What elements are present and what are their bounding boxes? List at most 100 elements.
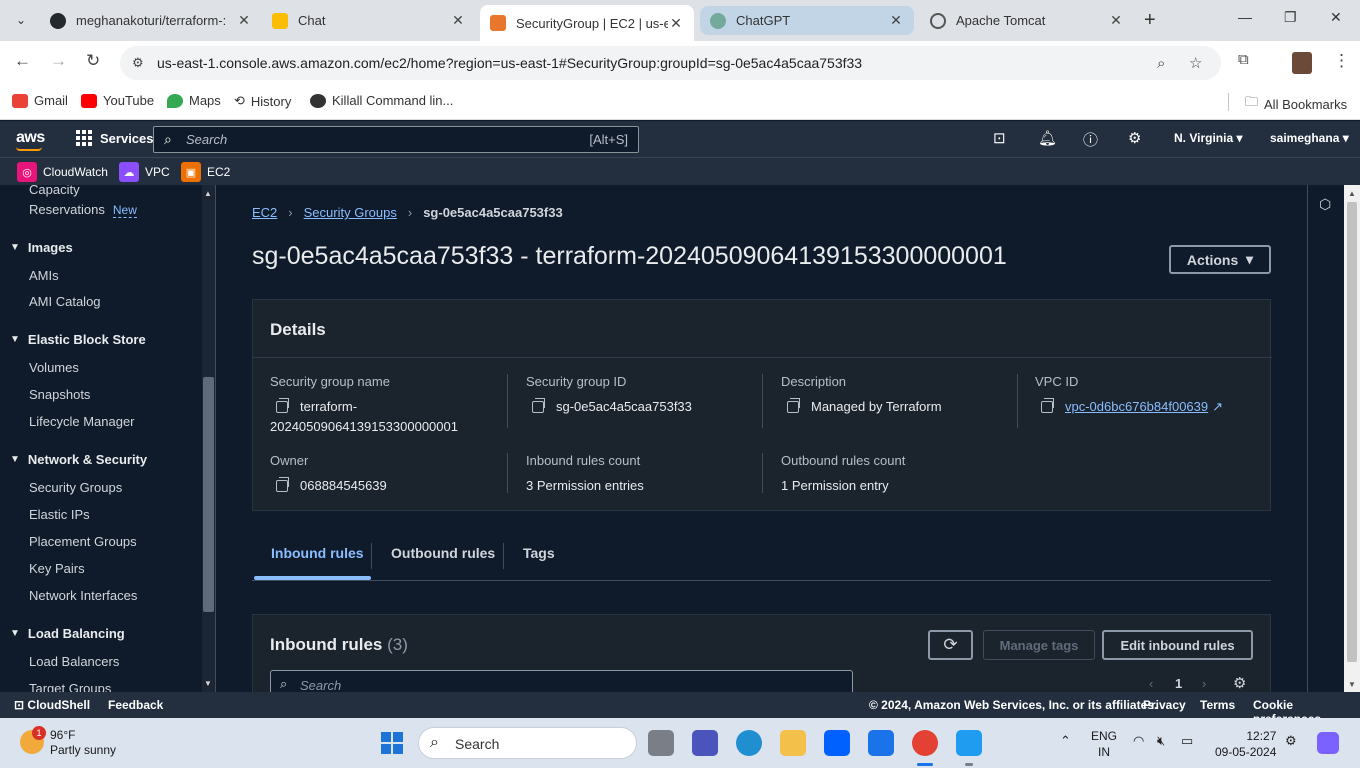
copilot-icon[interactable]	[1317, 732, 1339, 754]
manage-tags-button[interactable]: Manage tags	[983, 630, 1095, 660]
close-tab-icon[interactable]: ✕	[236, 12, 252, 29]
vscode-icon[interactable]	[956, 730, 982, 756]
sidebar-item-volumes[interactable]: Volumes	[29, 360, 79, 375]
help-icon[interactable]: ⓘ	[1083, 129, 1098, 150]
language-indicator[interactable]: ENG IN	[1091, 728, 1117, 760]
new-tab-icon[interactable]: +	[1144, 9, 1156, 32]
mail-icon[interactable]	[868, 730, 894, 756]
bookmark-star-icon[interactable]: ☆	[1189, 54, 1202, 72]
actions-button[interactable]: Actions ▾	[1169, 245, 1271, 274]
region-selector[interactable]: N. Virginia ▾	[1174, 131, 1243, 145]
refresh-button[interactable]: ⟳	[928, 630, 973, 660]
next-page-icon[interactable]: ›	[1202, 676, 1206, 691]
scroll-down-icon[interactable]: ▼	[1348, 680, 1356, 689]
restore-icon[interactable]: ❐	[1284, 9, 1297, 26]
sidebar-item-load-balancers[interactable]: Load Balancers	[29, 654, 119, 669]
back-icon[interactable]: ←	[14, 51, 31, 71]
reload-icon[interactable]: ↻	[86, 51, 100, 71]
edge-icon[interactable]	[736, 730, 762, 756]
close-tab-icon[interactable]: ✕	[450, 12, 466, 29]
bookmark-gmail[interactable]: Gmail	[12, 93, 68, 108]
close-tab-icon[interactable]: ✕	[888, 12, 904, 29]
extensions-icon[interactable]: ⧉	[1238, 51, 1249, 68]
battery-icon[interactable]: ▭	[1181, 733, 1193, 749]
sidebar-item-lifecycle-manager[interactable]: Lifecycle Manager	[29, 414, 135, 429]
favorite-vpc[interactable]: ☁ VPC	[119, 162, 170, 182]
site-settings-icon[interactable]: ⚙	[132, 55, 144, 71]
close-window-icon[interactable]: ✕	[1330, 9, 1342, 26]
page-scroll-thumb[interactable]	[1347, 202, 1357, 662]
browser-tab-chat[interactable]: Chat ✕	[262, 6, 476, 35]
tab-search-chevron-icon[interactable]: ⌄	[10, 9, 32, 31]
sidebar-section-network-security[interactable]: ▼ Network & Security	[10, 452, 147, 467]
teams-icon[interactable]	[692, 730, 718, 756]
menu-kebab-icon[interactable]: ⋮	[1333, 51, 1350, 71]
weather-widget[interactable]: 96°F Partly sunny	[50, 728, 116, 758]
close-tab-icon[interactable]: ✕	[668, 15, 684, 32]
external-link-icon[interactable]: ↗	[1212, 397, 1223, 417]
bookmark-youtube[interactable]: YouTube	[81, 93, 154, 108]
sidebar-item-elastic-ips[interactable]: Elastic IPs	[29, 507, 90, 522]
page-number[interactable]: 1	[1175, 676, 1182, 691]
tab-inbound-rules[interactable]: Inbound rules	[271, 545, 364, 561]
aws-logo[interactable]: aws	[16, 129, 45, 147]
bookmark-killall[interactable]: Killall Command lin...	[310, 93, 453, 108]
sidebar-item-security-groups[interactable]: Security Groups	[29, 480, 122, 495]
sidebar-item-target-groups[interactable]: Target Groups	[29, 681, 111, 692]
sidebar-scroll-thumb[interactable]	[203, 377, 214, 612]
notification-icon[interactable]: ⚙	[1285, 733, 1297, 749]
prev-page-icon[interactable]: ‹	[1149, 676, 1153, 691]
copy-icon[interactable]	[1041, 398, 1054, 413]
aws-search-input[interactable]: ⌕ Search [Alt+S]	[153, 126, 639, 153]
breadcrumb-security-groups[interactable]: Security Groups	[304, 205, 397, 220]
url-field[interactable]: ⚙ us-east-1.console.aws.amazon.com/ec2/h…	[120, 46, 1221, 80]
copy-icon[interactable]	[787, 398, 800, 413]
tab-outbound-rules[interactable]: Outbound rules	[391, 545, 495, 561]
scroll-up-icon[interactable]: ▲	[1348, 189, 1356, 198]
close-tab-icon[interactable]: ✕	[1108, 12, 1124, 29]
tray-chevron-up-icon[interactable]: ⌃	[1060, 733, 1071, 749]
info-panel-icon[interactable]: ⬡	[1319, 196, 1331, 213]
feedback-link[interactable]: Feedback	[108, 698, 163, 712]
sidebar-item-placement-groups[interactable]: Placement Groups	[29, 534, 137, 549]
services-menu[interactable]: Services	[76, 130, 154, 146]
settings-gear-icon[interactable]: ⚙	[1128, 129, 1141, 147]
sidebar-section-ebs[interactable]: ▼ Elastic Block Store	[10, 332, 146, 347]
vpc-link[interactable]: vpc-0d6bc676b84f00639	[1065, 397, 1208, 417]
sidebar-section-images[interactable]: ▼ Images	[10, 240, 73, 255]
clock[interactable]: 12:27 09-05-2024	[1215, 728, 1276, 760]
rules-search-input[interactable]: ⌕ Search	[270, 670, 853, 692]
sidebar-item-snapshots[interactable]: Snapshots	[29, 387, 90, 402]
scroll-up-icon[interactable]: ▲	[204, 189, 212, 198]
copy-icon[interactable]	[276, 477, 289, 492]
zoom-icon[interactable]: ⌕	[1157, 55, 1165, 72]
breadcrumb-ec2[interactable]: EC2	[252, 205, 277, 220]
minimize-icon[interactable]: —	[1238, 9, 1252, 25]
sidebar-item-amis[interactable]: AMIs	[29, 268, 59, 283]
sidebar-item-key-pairs[interactable]: Key Pairs	[29, 561, 85, 576]
favorite-ec2[interactable]: ▣ EC2	[181, 162, 230, 182]
wifi-icon[interactable]: ◠	[1133, 733, 1144, 749]
file-explorer-icon[interactable]	[780, 730, 806, 756]
sidebar-item-capacity-reservations[interactable]: Capacity	[29, 185, 80, 197]
volume-muted-icon[interactable]: 🔇︎	[1157, 733, 1165, 749]
notifications-bell-icon[interactable]: 🔔︎	[1038, 129, 1057, 147]
dropbox-icon[interactable]	[824, 730, 850, 756]
scroll-down-icon[interactable]: ▼	[204, 679, 212, 688]
bookmark-maps[interactable]: Maps	[167, 93, 221, 108]
sidebar-section-load-balancing[interactable]: ▼ Load Balancing	[10, 626, 125, 641]
sidebar-item-network-interfaces[interactable]: Network Interfaces	[29, 588, 137, 603]
cloudshell-icon[interactable]: ⊡	[993, 129, 1006, 147]
profile-avatar[interactable]	[1292, 52, 1312, 74]
account-menu[interactable]: saimeghana ▾	[1270, 131, 1349, 145]
taskbar-search[interactable]: ⌕ Search	[418, 727, 637, 759]
all-bookmarks[interactable]: 🗀 All Bookmarks	[1245, 93, 1347, 115]
cloudshell-link[interactable]: ⊡ CloudShell	[14, 698, 90, 712]
task-view-icon[interactable]	[648, 730, 674, 756]
chrome-icon[interactable]	[912, 730, 938, 756]
favorite-cloudwatch[interactable]: ◎ CloudWatch	[17, 162, 108, 182]
preferences-gear-icon[interactable]: ⚙	[1233, 674, 1246, 692]
browser-tab-chatgpt[interactable]: ChatGPT ✕	[700, 6, 914, 35]
terms-link[interactable]: Terms	[1200, 698, 1235, 712]
tab-tags[interactable]: Tags	[523, 545, 555, 561]
